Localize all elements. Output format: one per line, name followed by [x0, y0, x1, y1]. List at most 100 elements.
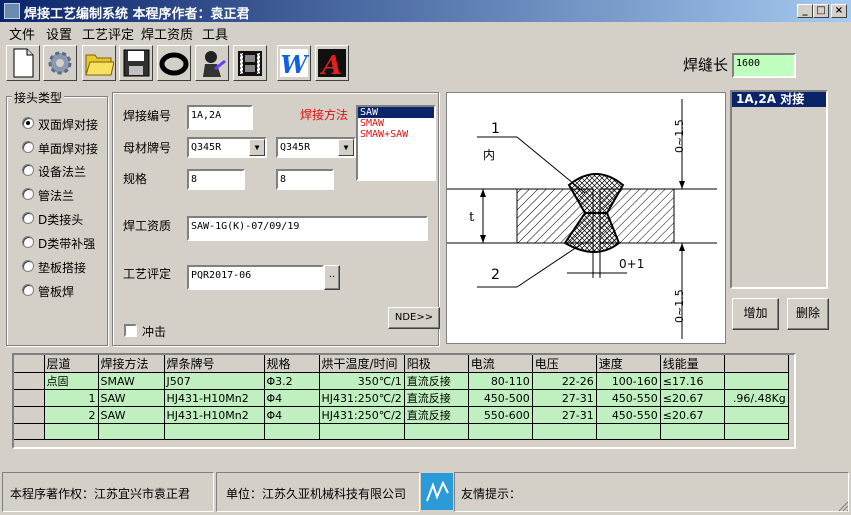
table-cell[interactable]: Φ4 — [264, 389, 320, 407]
table-cell[interactable] — [404, 423, 469, 440]
dropdown-arrow-icon[interactable]: ▼ — [249, 139, 265, 156]
radio-button[interactable] — [22, 141, 34, 153]
table-cell[interactable]: HJ431:250℃/2 — [319, 406, 405, 424]
table-cell[interactable] — [44, 423, 99, 440]
menu-procedure-qualification[interactable]: 工艺评定 — [82, 24, 134, 43]
method-option[interactable]: SMAW+SAW — [358, 129, 434, 140]
table-cell[interactable]: SAW — [98, 389, 165, 407]
table-cell[interactable]: 27-31 — [532, 406, 597, 424]
column-header[interactable]: 规格 — [264, 355, 320, 373]
table-cell[interactable]: .96/.48Kg — [724, 389, 789, 407]
weld-parameters-grid[interactable]: 层道 焊接方法 焊条牌号 规格 烘干温度/时间 阳极 电流 电压 速度 线能量 点固 SMAW J507… — [12, 353, 796, 449]
row-selector[interactable] — [14, 423, 45, 440]
resize-grip-icon[interactable] — [837, 500, 849, 512]
pqr-input[interactable]: PQR2017-06 — [187, 265, 324, 290]
method-option[interactable]: SAW — [358, 107, 434, 118]
column-header[interactable]: 焊接方法 — [98, 355, 165, 373]
radio-button[interactable] — [22, 260, 34, 272]
spec-input-1[interactable]: 8 — [187, 169, 245, 190]
table-cell[interactable]: 350℃/1 — [319, 372, 405, 390]
w-tool-button[interactable]: W — [277, 45, 311, 81]
table-cell[interactable]: 点固 — [44, 372, 99, 390]
nde-button[interactable]: NDE>> — [388, 307, 440, 329]
menu-tools[interactable]: 工具 — [202, 24, 228, 43]
weld-method-listbox[interactable]: SAW SMAW SMAW+SAW — [356, 105, 436, 181]
menu-file[interactable]: 文件 — [9, 24, 35, 43]
row-selector[interactable] — [14, 372, 45, 390]
radio-button[interactable] — [22, 188, 34, 200]
weld-length-input[interactable]: 1600 — [732, 53, 796, 78]
table-cell[interactable] — [264, 423, 320, 440]
table-cell[interactable]: 直流反接 — [404, 372, 469, 390]
save-button[interactable] — [119, 45, 153, 81]
table-cell[interactable] — [596, 423, 661, 440]
table-row[interactable]: 点固 SMAW J507 Φ3.2 350℃/1 直流反接 80-110 22-26 100-1… — [14, 372, 789, 390]
table-cell[interactable]: SAW — [98, 406, 165, 424]
menu-welder-qualification[interactable]: 焊工资质 — [141, 24, 193, 43]
column-header[interactable]: 电压 — [532, 355, 597, 373]
spec-input-2[interactable]: 8 — [276, 169, 334, 190]
pqr-browse-button[interactable]: .. — [324, 265, 340, 290]
table-cell[interactable]: 27-31 — [532, 389, 597, 407]
weld-number-input[interactable]: 1A,2A — [187, 105, 253, 130]
table-cell[interactable]: 100-160 — [596, 372, 661, 390]
table-row[interactable]: 2 SAW HJ431-H10Mn2 Φ4 HJ431:250℃/2 直流反接 550-60… — [14, 406, 789, 424]
column-header[interactable]: 层道 — [44, 355, 99, 373]
table-cell[interactable]: HJ431-H10Mn2 — [164, 389, 265, 407]
table-cell[interactable] — [532, 423, 597, 440]
dropdown-arrow-icon[interactable]: ▼ — [338, 139, 354, 156]
method-option[interactable]: SMAW — [358, 118, 434, 129]
column-header[interactable]: 线能量 — [660, 355, 725, 373]
delete-button[interactable]: 删除 — [787, 298, 829, 330]
table-cell[interactable] — [164, 423, 265, 440]
menu-settings[interactable]: 设置 — [46, 24, 72, 43]
table-cell[interactable]: 550-600 — [468, 406, 533, 424]
table-cell[interactable]: ≤20.67 — [660, 406, 725, 424]
column-header[interactable]: 焊条牌号 — [164, 355, 265, 373]
radio-button[interactable] — [22, 236, 34, 248]
a-tool-button[interactable]: A — [315, 45, 349, 81]
table-cell[interactable]: 直流反接 — [404, 389, 469, 407]
column-header[interactable]: 阳极 — [404, 355, 469, 373]
table-cell[interactable]: SMAW — [98, 372, 165, 390]
table-cell[interactable] — [660, 423, 725, 440]
column-header[interactable]: 电流 — [468, 355, 533, 373]
table-cell[interactable]: 1 — [44, 389, 99, 407]
minimize-button[interactable]: _ — [797, 4, 813, 18]
new-file-button[interactable] — [6, 45, 40, 81]
table-cell[interactable] — [319, 423, 405, 440]
table-row[interactable] — [14, 423, 789, 440]
table-cell[interactable]: HJ431-H10Mn2 — [164, 406, 265, 424]
base-metal-select-2[interactable]: Q345R ▼ — [276, 137, 356, 158]
maximize-button[interactable]: □ — [813, 4, 829, 18]
table-cell[interactable] — [724, 372, 789, 390]
table-cell[interactable]: HJ431:250℃/2 — [319, 389, 405, 407]
settings-button[interactable] — [43, 45, 77, 81]
base-metal-select-1[interactable]: Q345R ▼ — [187, 137, 267, 158]
radio-button[interactable] — [22, 117, 34, 129]
table-cell[interactable]: 直流反接 — [404, 406, 469, 424]
radio-button[interactable] — [22, 284, 34, 296]
table-row[interactable]: 1 SAW HJ431-H10Mn2 Φ4 HJ431:250℃/2 直流反接 450-50… — [14, 389, 789, 407]
column-header[interactable]: 烘干温度/时间 — [319, 355, 405, 373]
table-cell[interactable] — [724, 423, 789, 440]
joint-list-item[interactable]: 1A,2A 对接 — [732, 92, 826, 107]
row-selector[interactable] — [14, 389, 45, 407]
table-cell[interactable] — [98, 423, 165, 440]
table-cell[interactable]: Φ4 — [264, 406, 320, 424]
radio-button[interactable] — [22, 212, 34, 224]
table-cell[interactable]: 22-26 — [532, 372, 597, 390]
table-cell[interactable]: Φ3.2 — [264, 372, 320, 390]
table-cell[interactable]: 450-550 — [596, 389, 661, 407]
table-cell[interactable]: J507 — [164, 372, 265, 390]
table-cell[interactable] — [468, 423, 533, 440]
impact-checkbox[interactable] — [124, 324, 137, 337]
add-button[interactable]: 增加 — [732, 298, 779, 330]
table-cell[interactable]: 80-110 — [468, 372, 533, 390]
open-button[interactable] — [82, 45, 116, 81]
welder-tool-button[interactable] — [195, 45, 229, 81]
table-cell[interactable]: 450-550 — [596, 406, 661, 424]
table-cell[interactable]: 2 — [44, 406, 99, 424]
table-cell[interactable]: 450-500 — [468, 389, 533, 407]
row-selector[interactable] — [14, 406, 45, 424]
